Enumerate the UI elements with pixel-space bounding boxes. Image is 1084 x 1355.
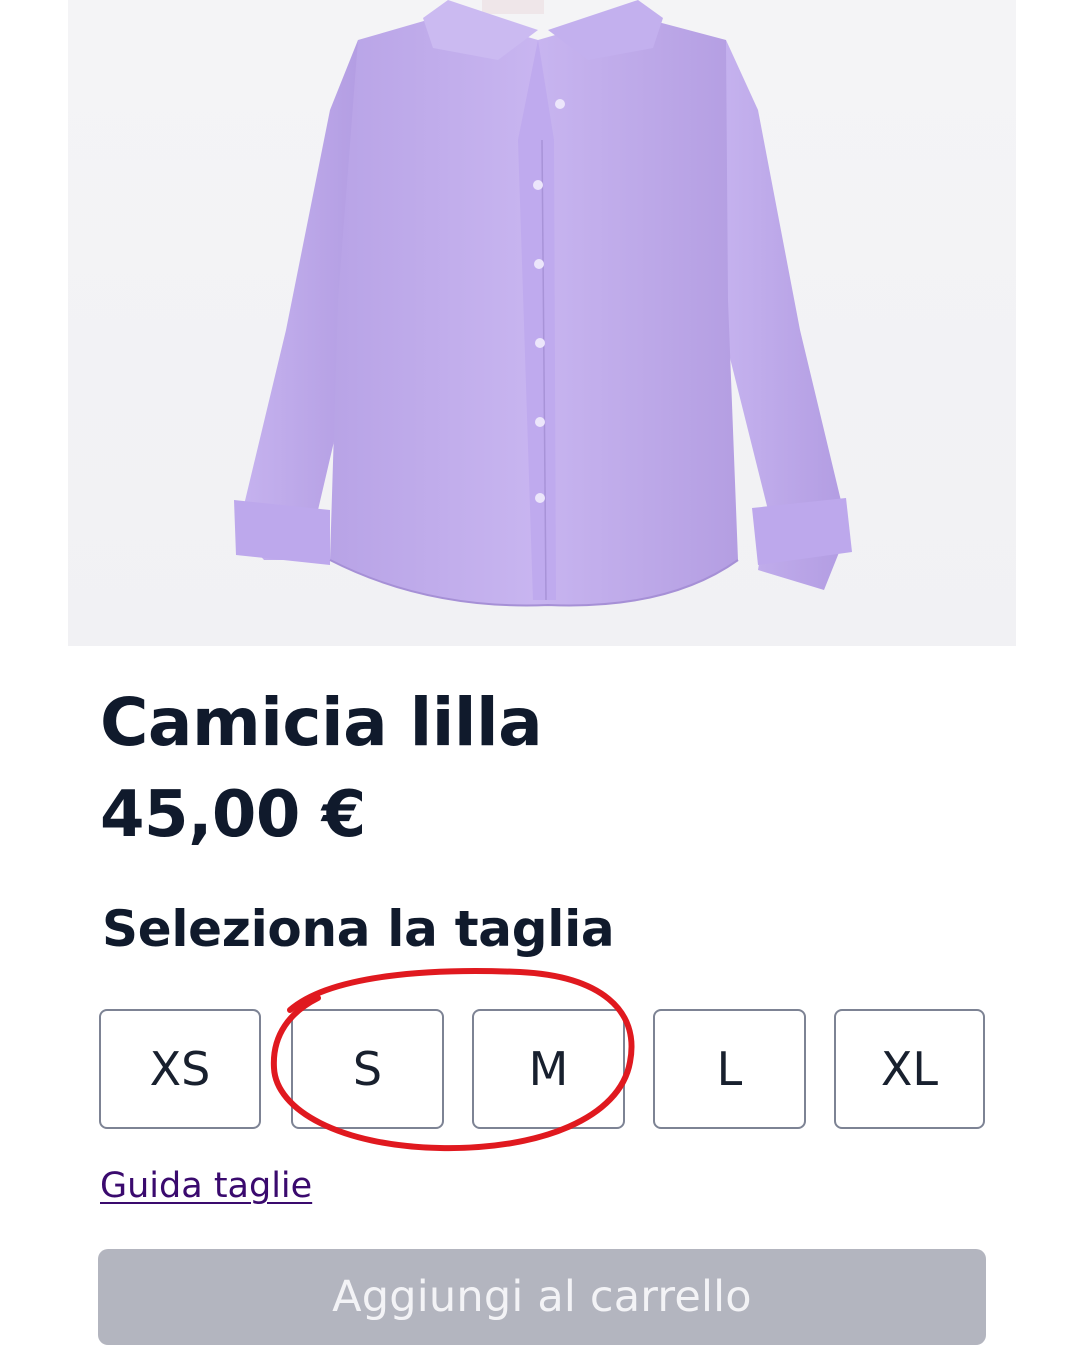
product-title: Camicia lilla <box>100 684 543 761</box>
size-option-xl[interactable]: XL <box>834 1009 985 1129</box>
size-guide-link[interactable]: Guida taglie <box>100 1166 312 1206</box>
size-option-xs[interactable]: XS <box>99 1009 261 1129</box>
size-option-s[interactable]: S <box>291 1009 444 1129</box>
size-option-m[interactable]: M <box>472 1009 625 1129</box>
product-image <box>68 0 1016 646</box>
product-page: Camicia lilla 45,00 € Seleziona la tagli… <box>0 0 1084 1355</box>
lilac-shirt-image <box>234 0 852 607</box>
add-to-cart-button[interactable]: Aggiungi al carrello <box>98 1249 986 1345</box>
product-price: 45,00 € <box>100 778 366 852</box>
size-heading: Seleziona la taglia <box>102 900 615 958</box>
size-option-l[interactable]: L <box>653 1009 806 1129</box>
